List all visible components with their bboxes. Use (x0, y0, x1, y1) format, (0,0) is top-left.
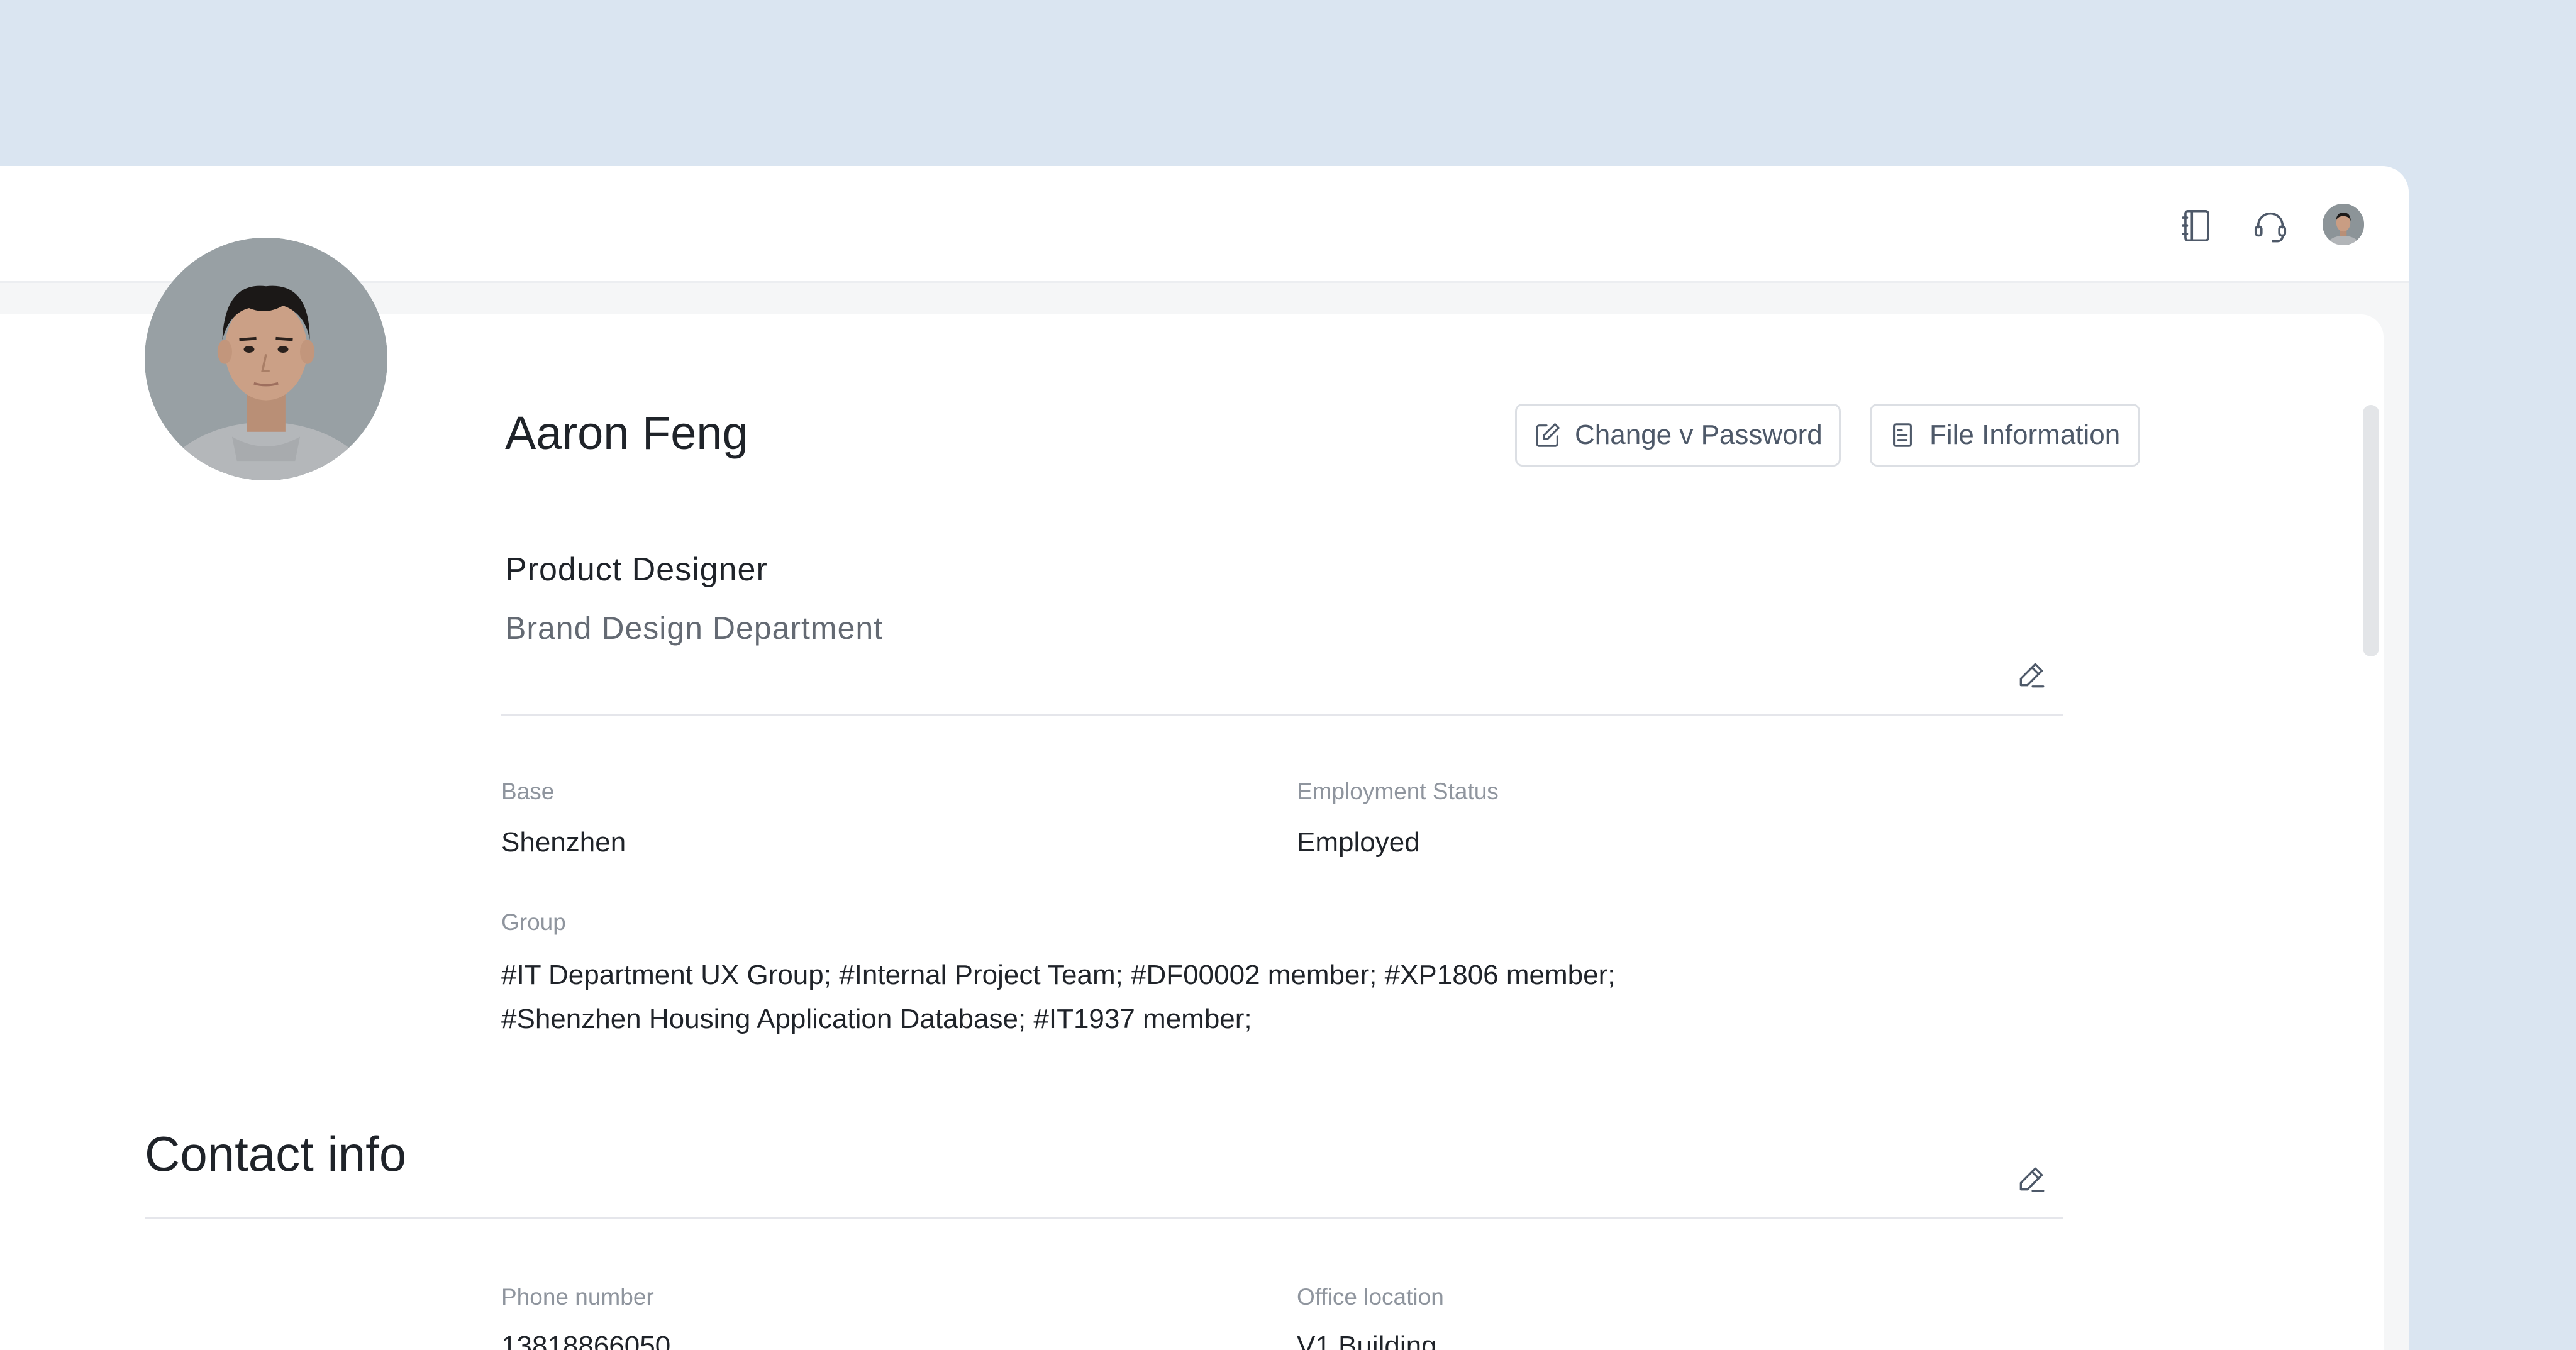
contact-divider (145, 1217, 2063, 1219)
employment-status-value: Employed (1297, 827, 1420, 858)
group-value-line-1: #IT Department UX Group; #Internal Proje… (501, 960, 1616, 990)
contact-info-title: Contact info (145, 1126, 407, 1181)
profile-photo (145, 238, 387, 480)
user-avatar[interactable] (2323, 204, 2364, 245)
group-value-line-2: #Shenzhen Housing Application Database; … (501, 1004, 1252, 1034)
scrollbar[interactable] (2363, 405, 2379, 656)
base-label: Base (501, 778, 555, 804)
headset-icon[interactable] (2248, 204, 2292, 248)
edit-profile-icon[interactable] (2016, 659, 2047, 690)
department: Brand Design Department (505, 611, 884, 646)
document-icon (1893, 423, 1912, 447)
job-title: Product Designer (505, 551, 768, 588)
office-location-value: V1 Building (1297, 1331, 1437, 1350)
employment-status-label: Employment Status (1297, 778, 1499, 804)
file-information-label: File Information (1929, 419, 2121, 450)
group-label: Group (501, 909, 566, 935)
change-password-label: Change v Password (1575, 419, 1823, 450)
change-password-button[interactable]: Change v Password (1515, 404, 1841, 467)
base-value: Shenzhen (501, 827, 626, 858)
profile-divider (501, 714, 2063, 716)
phone-number-label: Phone number (501, 1284, 654, 1310)
notebook-icon[interactable] (2175, 204, 2219, 248)
edit-square-icon (1536, 423, 1560, 447)
file-information-button[interactable]: File Information (1870, 404, 2140, 467)
page-background-right (2409, 166, 2576, 1350)
top-bar (0, 166, 2409, 283)
office-location-label: Office location (1297, 1284, 1444, 1310)
edit-contact-icon[interactable] (2016, 1163, 2047, 1195)
phone-number-value: 13818866050 (501, 1331, 671, 1350)
profile-name: Aaron Feng (505, 407, 748, 459)
